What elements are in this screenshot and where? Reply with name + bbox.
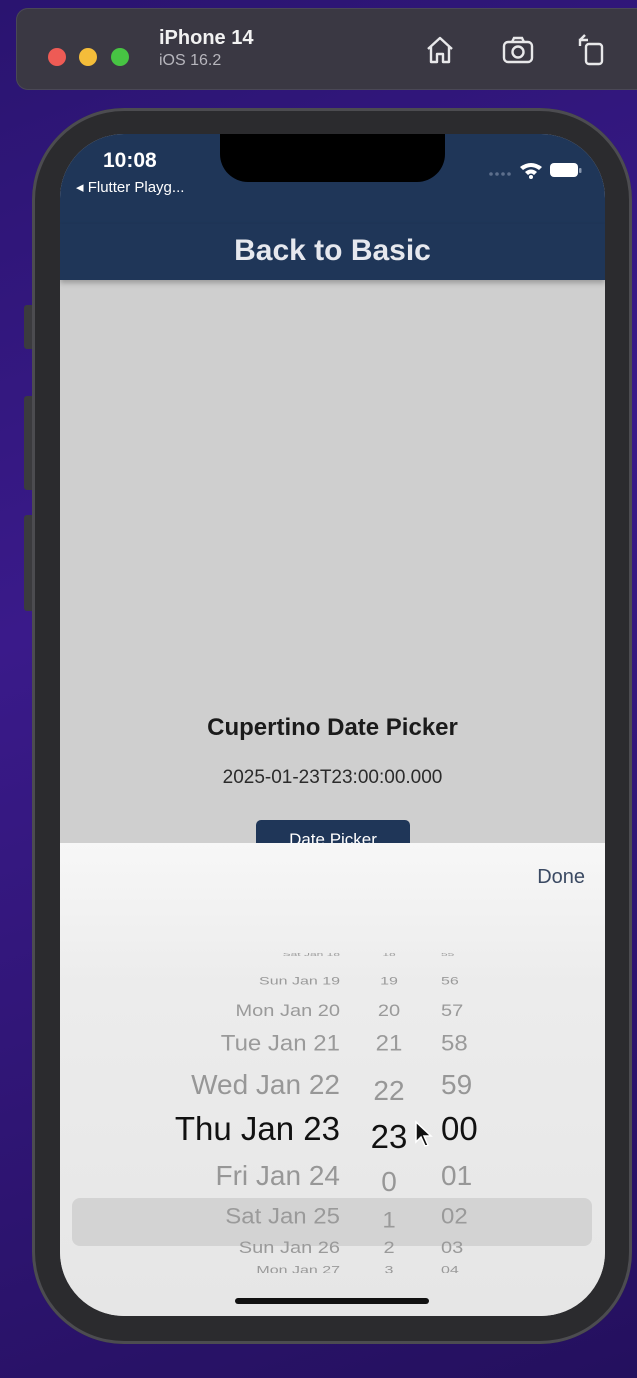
- minimize-window-button[interactable]: [79, 48, 97, 66]
- selected-date-option[interactable]: Thu Jan 23: [120, 1109, 340, 1149]
- minute-option[interactable]: 55: [441, 953, 521, 957]
- clock: 10:08: [103, 149, 157, 172]
- home-indicator[interactable]: [235, 1298, 429, 1304]
- mouse-cursor-icon: [414, 1120, 434, 1153]
- mute-switch: [24, 305, 32, 349]
- minute-option[interactable]: 58: [441, 1031, 521, 1058]
- date-option[interactable]: Wed Jan 22: [120, 1069, 340, 1102]
- hour-option[interactable]: 1: [360, 1208, 418, 1235]
- minute-option[interactable]: 01: [441, 1160, 521, 1193]
- minute-option[interactable]: 59: [441, 1069, 521, 1102]
- minute-option[interactable]: 56: [441, 975, 521, 988]
- hour-option[interactable]: 22: [360, 1075, 418, 1108]
- minute-option[interactable]: 02: [441, 1204, 521, 1231]
- selected-datetime: 2025-01-23T23:00:00.000: [222, 767, 443, 788]
- os-version: iOS 16.2: [159, 52, 222, 69]
- wifi-icon: [520, 163, 542, 179]
- date-option[interactable]: Mon Jan 20: [120, 1001, 340, 1021]
- zoom-window-button[interactable]: [111, 48, 129, 66]
- rotate-icon[interactable]: [574, 32, 610, 68]
- date-option[interactable]: Fri Jan 24: [120, 1160, 341, 1193]
- selected-minute-option[interactable]: 00: [441, 1109, 521, 1149]
- date-option[interactable]: Sun Jan 26: [120, 1238, 340, 1258]
- date-option[interactable]: Sat Jan 25: [120, 1204, 340, 1231]
- hour-option[interactable]: 0: [360, 1166, 418, 1199]
- home-icon[interactable]: [422, 32, 458, 68]
- page-title: Back to Basic: [234, 234, 431, 267]
- picker-sheet: Done Sat Jan 18 Sun Jan 19 Mon Jan 20 Tue J…: [60, 843, 605, 1316]
- close-window-button[interactable]: [48, 48, 66, 66]
- section-title: Cupertino Date Picker: [207, 714, 458, 741]
- hour-option[interactable]: 19: [360, 975, 418, 988]
- screenshot-icon[interactable]: [500, 32, 536, 68]
- status-bar: 10:08 ◂ Flutter Playg...: [60, 134, 605, 234]
- date-option[interactable]: Sun Jan 19: [120, 975, 340, 988]
- minute-option[interactable]: 57: [441, 1001, 521, 1021]
- volume-up-button: [24, 396, 32, 490]
- notch: [220, 134, 445, 182]
- signal-icon: [489, 172, 511, 176]
- done-button[interactable]: Done: [537, 866, 585, 889]
- app-bar: Back to Basic: [60, 224, 605, 280]
- volume-down-button: [24, 515, 32, 611]
- date-time-wheel[interactable]: Sat Jan 18 Sun Jan 19 Mon Jan 20 Tue Jan 21…: [60, 953, 605, 1273]
- status-icons: [488, 160, 583, 185]
- date-option[interactable]: Sat Jan 18: [120, 953, 340, 957]
- simulator-toolbar: iPhone 14 iOS 16.2: [16, 8, 637, 90]
- hour-option[interactable]: 20: [360, 1001, 418, 1021]
- hour-option[interactable]: 21: [360, 1031, 418, 1058]
- date-option[interactable]: Mon Jan 27: [120, 1264, 340, 1273]
- battery-icon: [550, 163, 582, 177]
- device-screen: 10:08 ◂ Flutter Playg... Back to Basic C…: [60, 134, 605, 1316]
- device-name: iPhone 14: [159, 27, 254, 49]
- hour-option[interactable]: 2: [360, 1238, 418, 1258]
- date-option[interactable]: Tue Jan 21: [120, 1031, 340, 1058]
- hour-option[interactable]: 18: [360, 953, 418, 957]
- minute-option[interactable]: 03: [441, 1238, 521, 1258]
- back-to-app-link[interactable]: ◂ Flutter Playg...: [76, 178, 184, 196]
- minute-option[interactable]: 04: [441, 1264, 521, 1273]
- hour-option[interactable]: 3: [360, 1264, 418, 1273]
- selected-hour-option[interactable]: 23: [360, 1117, 418, 1157]
